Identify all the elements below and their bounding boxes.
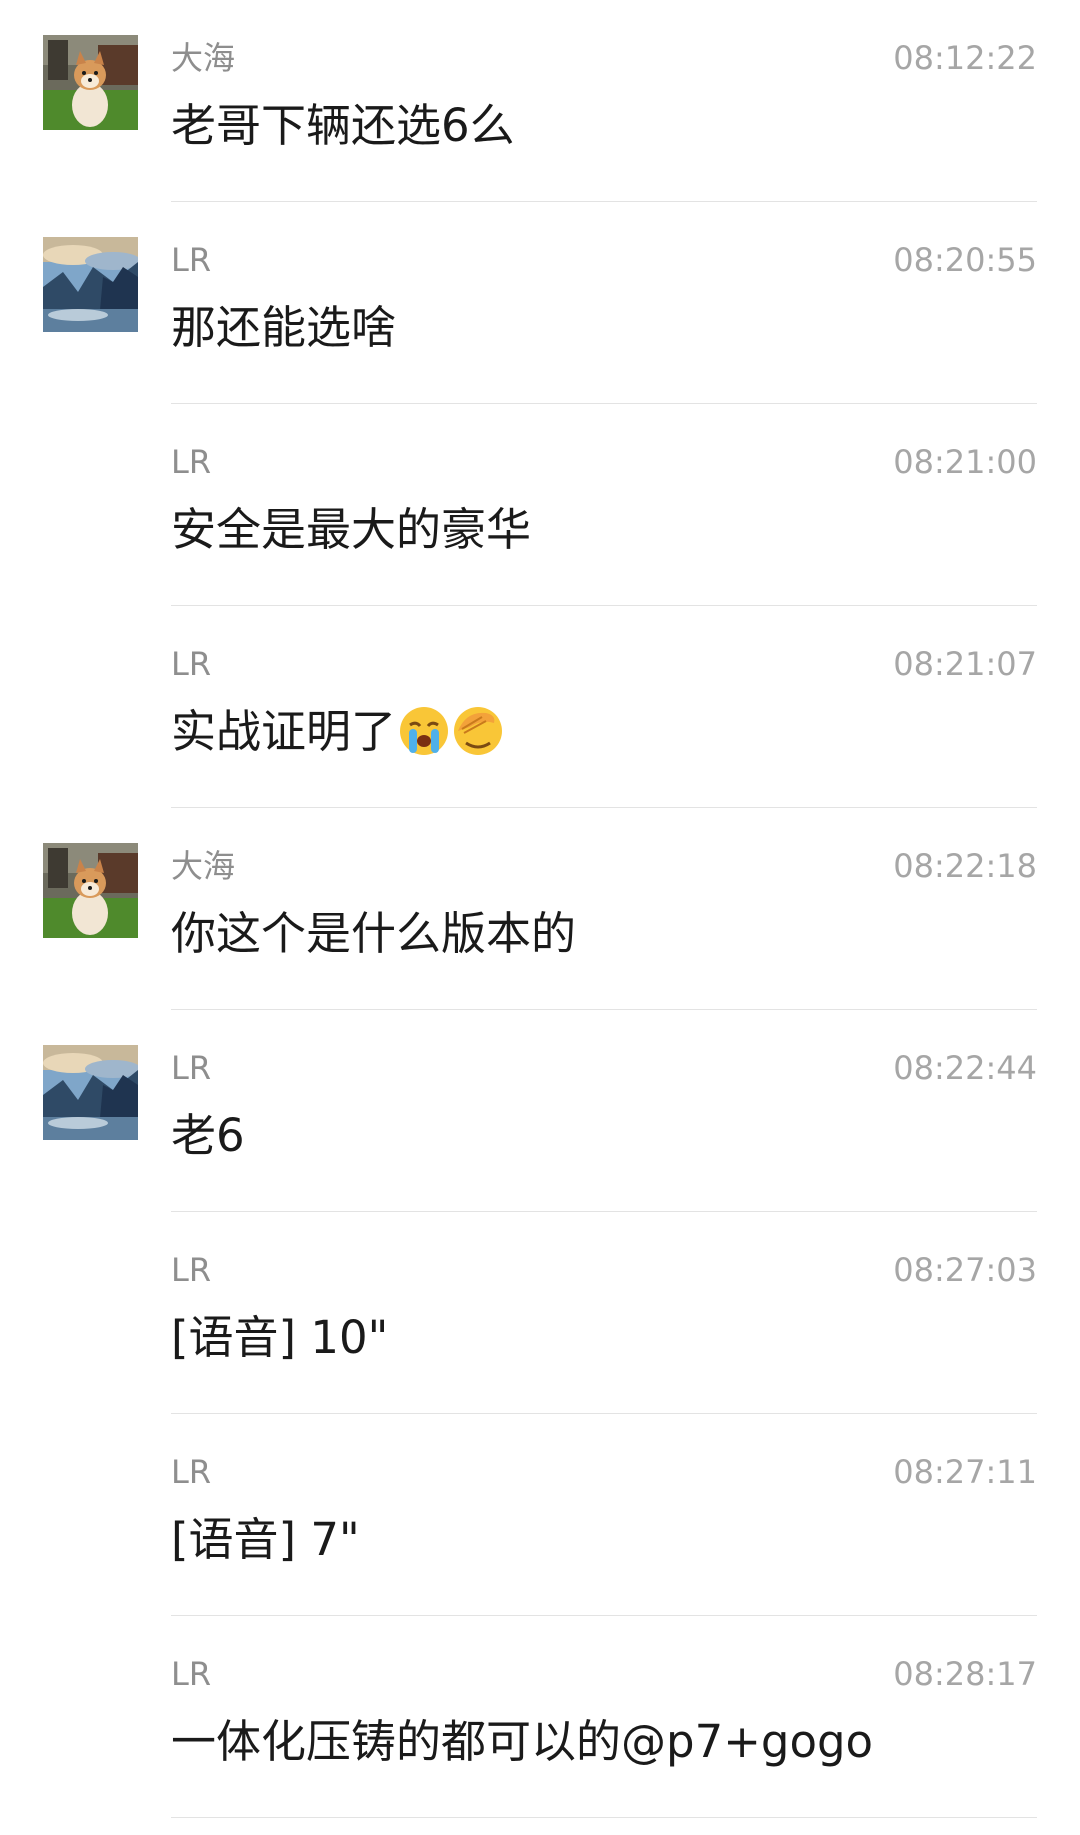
chat-message[interactable]: LR 08:27:11 [语音] 7"	[0, 1414, 1080, 1616]
voice-message-text[interactable]: [语音] 10"	[171, 1308, 388, 1368]
sender-name: LR	[171, 241, 212, 279]
message-text: 老6	[171, 1109, 245, 1162]
message-text: 老哥下辆还选6么	[171, 99, 515, 152]
facepalm-face-icon	[452, 705, 504, 772]
chat-message[interactable]: LR 08:27:03 [语音] 10"	[0, 1212, 1080, 1414]
message-text-row: 实战证明了	[171, 702, 504, 772]
sender-name: 大海	[171, 39, 236, 77]
sender-name: LR	[171, 1251, 212, 1289]
message-text: 安全是最大的豪华	[171, 503, 532, 556]
message-time: 08:12:22	[893, 39, 1037, 77]
message-text: 你这个是什么版本的	[171, 907, 577, 960]
chat-message[interactable]: LR 08:21:00 安全是最大的豪华	[0, 404, 1080, 606]
mountain-landscape-avatar[interactable]	[43, 237, 138, 332]
message-time: 08:20:55	[893, 241, 1037, 279]
chat-message[interactable]: 大海 08:22:18 你这个是什么版本的	[0, 808, 1080, 1010]
message-time: 08:28:17	[893, 1655, 1037, 1693]
voice-message-text[interactable]: [语音] 7"	[171, 1510, 360, 1570]
sender-name: LR	[171, 1655, 212, 1693]
sender-name: LR	[171, 443, 212, 481]
loudly-crying-face-icon	[398, 705, 450, 772]
chat-message[interactable]: LR 08:20:55 那还能选啥	[0, 202, 1080, 404]
sender-name: LR	[171, 1453, 212, 1491]
message-time: 08:22:18	[893, 847, 1037, 885]
sender-name: LR	[171, 645, 212, 683]
chat-history-list: 大海 08:12:22 老哥下辆还选6么 LR 08:20:55 那还能选啥 L…	[0, 0, 1080, 1835]
message-time: 08:22:44	[893, 1049, 1037, 1087]
chat-message[interactable]: LR 08:21:07 实战证明了	[0, 606, 1080, 808]
message-time: 08:21:00	[893, 443, 1037, 481]
message-time: 08:27:03	[893, 1251, 1037, 1289]
chat-message[interactable]: LR 08:22:44 老6	[0, 1010, 1080, 1212]
message-time: 08:21:07	[893, 645, 1037, 683]
shiba-dog-avatar[interactable]	[43, 35, 138, 130]
divider	[171, 1817, 1037, 1818]
message-text: 那还能选啥	[171, 301, 397, 354]
message-text: 实战证明了	[171, 705, 397, 758]
sender-name: LR	[171, 1049, 212, 1087]
chat-message[interactable]: LR 08:28:17 一体化压铸的都可以的@p7+gogo	[0, 1616, 1080, 1818]
message-text: 一体化压铸的都可以的@p7+gogo	[171, 1715, 874, 1768]
shiba-dog-avatar[interactable]	[43, 843, 138, 938]
chat-message[interactable]: 大海 08:12:22 老哥下辆还选6么	[0, 0, 1080, 202]
sender-name: 大海	[171, 847, 236, 885]
message-time: 08:27:11	[893, 1453, 1037, 1491]
mountain-landscape-avatar[interactable]	[43, 1045, 138, 1140]
